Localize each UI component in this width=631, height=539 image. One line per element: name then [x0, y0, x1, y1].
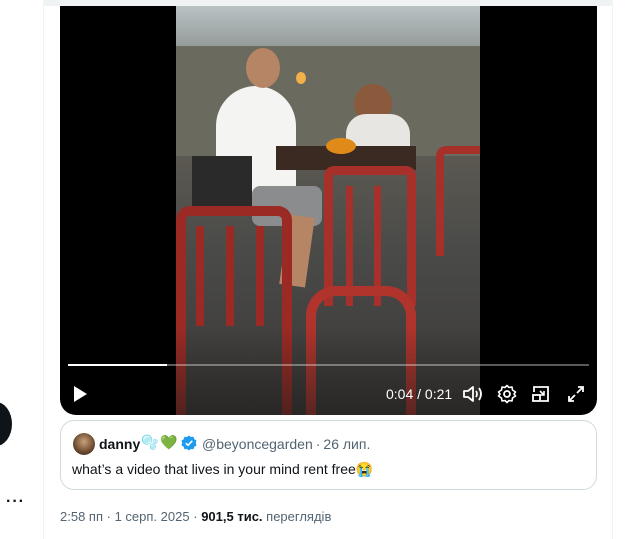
tweet-date[interactable]: 1 серп. 2025	[115, 509, 190, 524]
quoted-text: what’s a video that lives in your mind r…	[72, 461, 373, 478]
column-divider-left	[43, 0, 44, 539]
video-progress-fill	[68, 364, 167, 366]
video-duration: 0:21	[424, 386, 453, 402]
green-heart-emoji: 💚	[160, 434, 178, 450]
tweet-meta: 2:58 пп · 1 серп. 2025 · 901,5 тис. пере…	[60, 509, 331, 524]
video-current-time: 0:04	[386, 386, 414, 402]
volume-icon[interactable]	[462, 384, 484, 404]
verified-badge-icon	[181, 435, 197, 451]
more-icon[interactable]: ···	[6, 493, 25, 511]
avatar[interactable]	[73, 433, 95, 455]
video-player[interactable]: 0:04 / 0:21	[60, 6, 597, 415]
tweet-detail-view: · · · 0:04 / 0:21 danny 🫧 💚 @beyoncegarden…	[0, 0, 631, 539]
quoted-author-name[interactable]: danny	[99, 436, 140, 452]
video-time: 0:04 / 0:21	[386, 386, 452, 402]
loudly-crying-emoji: 😭	[355, 461, 374, 477]
video-frame	[176, 6, 480, 415]
separator-dot: ·	[193, 509, 198, 524]
play-icon[interactable]	[72, 385, 88, 403]
views-count: 901,5 тис.	[201, 509, 263, 524]
quoted-text-body: what’s a video that lives in your mind r…	[72, 461, 356, 477]
quoted-date[interactable]: 26 лип.	[323, 436, 370, 452]
separator-dot: ·	[106, 509, 111, 524]
tweet-time[interactable]: 2:58 пп	[60, 509, 103, 524]
quoted-author-meta: @beyoncegarden · 26 лип.	[202, 436, 370, 452]
picture-in-picture-icon[interactable]	[531, 384, 551, 404]
video-progress-bar[interactable]	[68, 364, 589, 366]
separator-dot: ·	[315, 436, 321, 452]
fullscreen-icon[interactable]	[566, 384, 586, 404]
views-label: переглядів	[266, 509, 332, 524]
gear-icon[interactable]	[497, 384, 517, 404]
quoted-author-handle[interactable]: @beyoncegarden	[202, 436, 313, 452]
quoted-tweet[interactable]: danny 🫧 💚 @beyoncegarden · 26 лип. what’s …	[60, 420, 597, 490]
bubbles-emoji: 🫧	[141, 434, 159, 450]
column-divider-right	[612, 0, 613, 539]
post-button[interactable]	[0, 402, 12, 446]
video-time-separator: /	[413, 386, 425, 402]
